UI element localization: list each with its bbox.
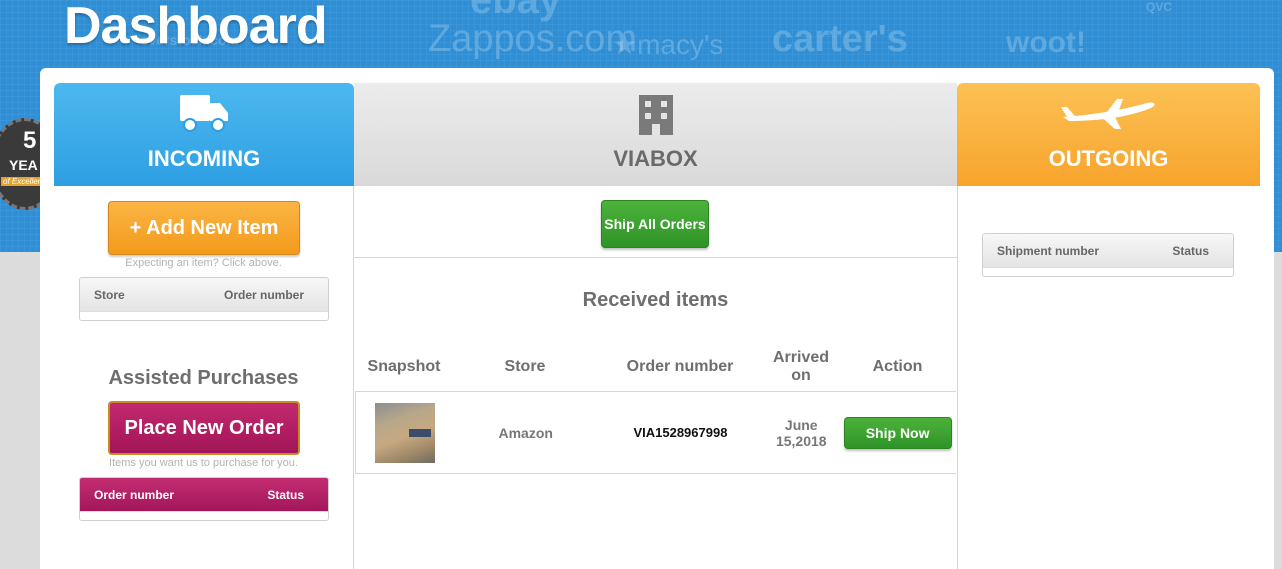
airplane-icon [1059,93,1159,138]
truck-icon [178,93,230,140]
incoming-table-header: Store Order number [80,278,328,311]
incoming-body: + Add New Item Expecting an item? Click … [54,186,354,569]
column-header-status[interactable]: Status [1172,244,1209,258]
dashboard-panel: INCOMING + Add New Item Expecting an ite… [40,68,1274,569]
brand-logo: carter's [772,18,908,60]
brand-logo: QVC [1146,0,1173,14]
received-items-title: Received items [582,289,729,311]
column-header-status[interactable]: Status [267,488,304,502]
ship-all-bar: Ship All Orders [354,186,957,258]
incoming-column: INCOMING + Add New Item Expecting an ite… [54,83,354,569]
incoming-table-body [80,311,328,320]
add-item-hint: Expecting an item? Click above. [125,257,282,269]
assisted-purchases-title: Assisted Purchases [108,367,299,389]
badge-number: 5 [23,127,37,154]
outgoing-body: Shipment number Status [957,186,1260,569]
arrived-on-cell: June 15,2018 [775,416,827,449]
outgoing-label: OUTGOING [1048,146,1169,171]
received-table-header: Snapshot Store Order number Arrived on A… [355,342,956,392]
column-header-shipment-number[interactable]: Shipment number [997,244,1099,258]
viabox-label: VIABOX [613,146,698,171]
ship-now-button[interactable]: Ship Now [843,416,952,449]
order-number-cell: VIA1528967998 [633,425,728,440]
assisted-table-header: Order number Status [80,478,328,511]
add-new-item-button[interactable]: + Add New Item [108,201,300,255]
package-snapshot-image[interactable] [374,402,435,463]
outgoing-table-body [983,267,1233,276]
brand-logo: woot! [1006,26,1086,59]
badge-text: YEA [9,157,38,173]
outgoing-column: OUTGOING Shipment number Status [957,83,1260,569]
ship-all-orders-button[interactable]: Ship All Orders [601,200,709,248]
place-order-hint: Items you want us to purchase for you. [109,457,298,469]
column-header-order-number[interactable]: Order number [94,488,174,502]
column-header-order-number[interactable]: Order number [597,358,763,376]
received-items-table: Snapshot Store Order number Arrived on A… [355,342,956,474]
viabox-body: Ship All Orders Received items Snapshot … [354,186,957,569]
outgoing-header[interactable]: OUTGOING [957,83,1260,186]
store-cell: Amazon [498,424,553,441]
brand-logo: Zappos.com [428,18,638,60]
outgoing-table-header: Shipment number Status [983,234,1233,267]
column-header-arrived-on[interactable]: Arrived on [763,349,839,385]
outgoing-table: Shipment number Status [982,233,1234,277]
page-title: Dashboard [64,0,328,55]
action-cell: Ship Now [839,416,956,449]
brand-logo: ★macy's [612,29,724,60]
table-row: Amazon VIA1528967998 June 15,2018 Ship N… [355,392,956,474]
snapshot-cell [356,402,454,463]
incoming-label: INCOMING [147,146,261,171]
building-icon [638,93,674,142]
incoming-table: Store Order number [79,277,329,321]
viabox-column: VIABOX Ship All Orders Received items Sn… [354,83,957,569]
badge-subtext: of Excellen [1,177,45,186]
assisted-table-body [80,511,328,520]
column-header-action[interactable]: Action [839,358,956,376]
assisted-purchases-table: Order number Status [79,477,329,521]
column-header-store[interactable]: Store [453,358,597,376]
column-header-snapshot[interactable]: Snapshot [355,358,453,376]
incoming-header[interactable]: INCOMING [54,83,354,186]
viabox-header[interactable]: VIABOX [354,83,957,186]
place-new-order-button[interactable]: Place New Order [108,401,300,455]
column-header-order-number[interactable]: Order number [224,288,304,302]
column-header-store[interactable]: Store [94,288,125,302]
